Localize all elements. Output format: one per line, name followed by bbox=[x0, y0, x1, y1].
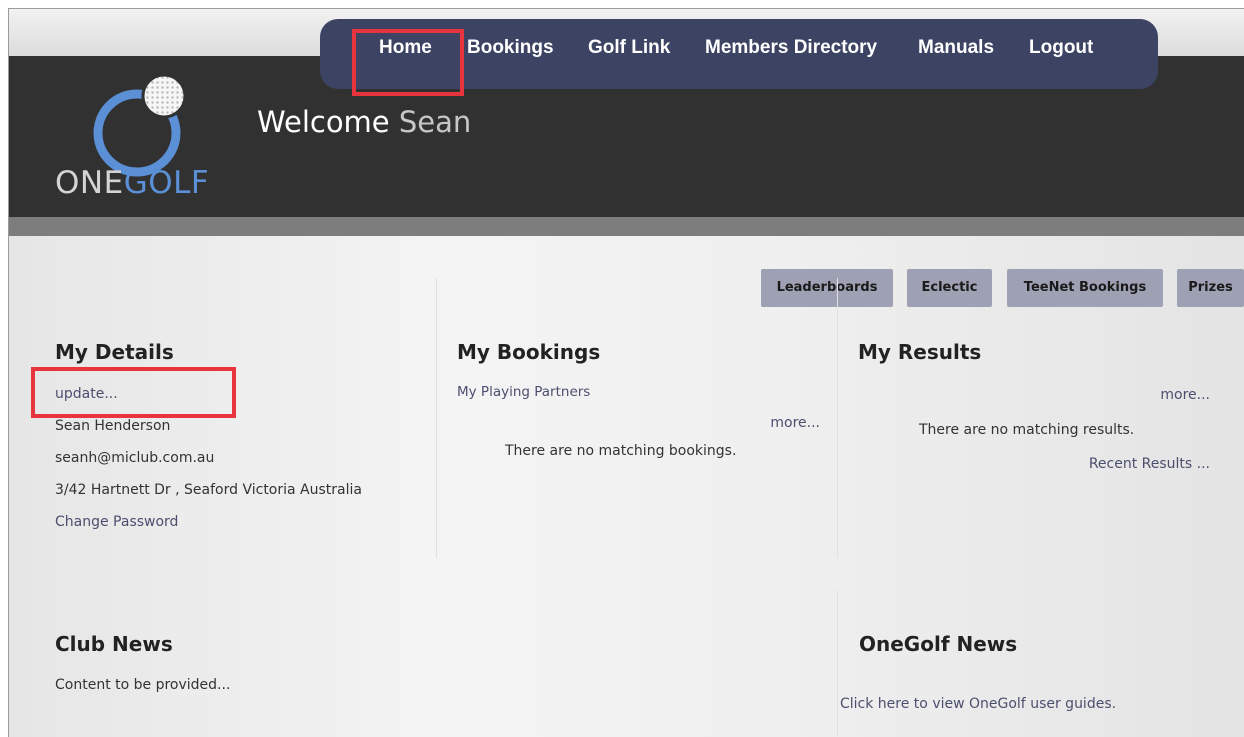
update-details-link[interactable]: update... bbox=[55, 386, 118, 402]
member-email: seanh@miclub.com.au bbox=[55, 450, 215, 466]
column-divider bbox=[837, 590, 838, 736]
bookings-more-link[interactable]: more... bbox=[770, 415, 820, 431]
teenet-bookings-button[interactable]: TeeNet Bookings bbox=[1007, 269, 1163, 307]
results-empty-message: There are no matching results. bbox=[919, 422, 1135, 438]
onegolf-news-heading: OneGolf News bbox=[859, 632, 1018, 656]
my-results-heading: My Results bbox=[858, 340, 982, 364]
welcome-user-name: Sean bbox=[398, 105, 472, 139]
onegolf-user-guides-link[interactable]: Click here to view OneGolf user guides. bbox=[840, 696, 1116, 712]
nav-bookings[interactable]: Bookings bbox=[467, 37, 554, 59]
nav-golf-link[interactable]: Golf Link bbox=[588, 37, 670, 59]
welcome-greeting: Welcome bbox=[257, 105, 390, 139]
club-news-heading: Club News bbox=[55, 632, 173, 656]
nav-manuals[interactable]: Manuals bbox=[918, 37, 994, 59]
prizes-button[interactable]: Prizes bbox=[1177, 269, 1244, 307]
eclectic-button[interactable]: Eclectic bbox=[907, 269, 992, 307]
club-news-content: Content to be provided... bbox=[55, 677, 231, 693]
column-divider bbox=[436, 278, 437, 558]
header-divider-band bbox=[9, 217, 1244, 236]
logo-text-golf: GOLF bbox=[123, 165, 210, 201]
logo-wordmark: ONEGOLF bbox=[55, 165, 209, 201]
change-password-link[interactable]: Change Password bbox=[55, 514, 178, 530]
results-more-link[interactable]: more... bbox=[1160, 387, 1210, 403]
bookings-empty-message: There are no matching bookings. bbox=[505, 443, 737, 459]
my-bookings-heading: My Bookings bbox=[457, 340, 601, 364]
logo-text-one: ONE bbox=[55, 165, 124, 201]
member-address: 3/42 Hartnett Dr , Seaford Victoria Aust… bbox=[55, 482, 362, 498]
nav-members-directory[interactable]: Members Directory bbox=[705, 37, 877, 59]
playing-partners-link[interactable]: My Playing Partners bbox=[457, 384, 590, 400]
recent-results-link[interactable]: Recent Results ... bbox=[1089, 456, 1210, 472]
my-details-heading: My Details bbox=[55, 340, 174, 364]
nav-home[interactable]: Home bbox=[379, 37, 432, 59]
welcome-message: Welcome Sean bbox=[257, 105, 471, 139]
leaderboards-button[interactable]: Leaderboards bbox=[761, 269, 893, 307]
member-name: Sean Henderson bbox=[55, 418, 171, 434]
column-divider bbox=[837, 278, 838, 558]
nav-logout[interactable]: Logout bbox=[1029, 37, 1093, 59]
